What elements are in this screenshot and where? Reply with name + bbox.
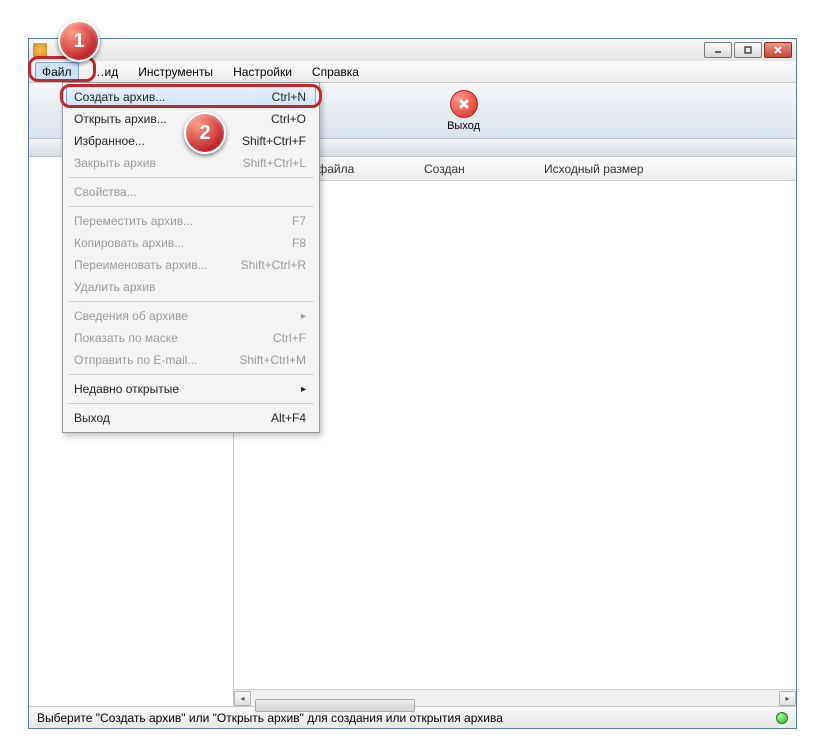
menu-item-close-archive: Закрыть архивShift+Ctrl+L <box>66 152 316 174</box>
menu-separator <box>68 403 314 404</box>
menu-item-move-archive: Переместить архив...F7 <box>66 210 316 232</box>
callout-badge-2: 2 <box>184 112 226 154</box>
menu-separator <box>68 206 314 207</box>
menu-settings[interactable]: Настройки <box>227 63 298 81</box>
horizontal-scrollbar[interactable]: ◂ ▸ <box>234 689 796 706</box>
toolbar-exit-button[interactable]: Выход <box>439 88 488 134</box>
menu-view[interactable]: …ид <box>87 63 125 81</box>
menu-item-properties: Свойства... <box>66 181 316 203</box>
exit-icon <box>450 90 478 118</box>
menu-item-send-email: Отправить по E-mail...Shift+Ctrl+M <box>66 349 316 371</box>
menu-item-exit[interactable]: ВыходAlt+F4 <box>66 407 316 429</box>
scroll-left-button[interactable]: ◂ <box>234 691 251 706</box>
menu-item-delete-archive: Удалить архив <box>66 276 316 298</box>
menu-item-copy-archive: Копировать архив...F8 <box>66 232 316 254</box>
menu-file[interactable]: Файл <box>35 62 79 82</box>
menu-item-archive-info: Сведения об архиве <box>66 305 316 327</box>
menu-separator <box>68 177 314 178</box>
col-origsize[interactable]: Исходный размер <box>534 162 684 176</box>
callout-badge-1: 1 <box>58 20 100 62</box>
minimize-button[interactable] <box>704 42 732 58</box>
toolbar-exit-label: Выход <box>447 120 480 132</box>
menubar: Файл …ид Инструменты Настройки Справка <box>29 61 796 83</box>
menu-item-rename-archive: Переименовать архив...Shift+Ctrl+R <box>66 254 316 276</box>
maximize-button[interactable] <box>734 42 762 58</box>
menu-separator <box>68 374 314 375</box>
menu-item-recent[interactable]: Недавно открытые <box>66 378 316 400</box>
scroll-thumb[interactable] <box>255 699 415 712</box>
close-button[interactable] <box>764 42 792 58</box>
titlebar <box>29 39 796 61</box>
scroll-right-button[interactable]: ▸ <box>779 691 796 706</box>
menu-separator <box>68 301 314 302</box>
col-created[interactable]: Создан <box>414 162 534 176</box>
menu-tools[interactable]: Инструменты <box>132 63 219 81</box>
app-icon <box>33 43 47 57</box>
menu-help[interactable]: Справка <box>306 63 365 81</box>
menu-item-create-archive[interactable]: Создать архив...Ctrl+N <box>66 86 316 108</box>
status-text: Выберите "Создать архив" или "Открыть ар… <box>37 711 503 725</box>
menu-item-show-by-mask: Показать по маскеCtrl+F <box>66 327 316 349</box>
status-led-icon <box>776 712 788 724</box>
